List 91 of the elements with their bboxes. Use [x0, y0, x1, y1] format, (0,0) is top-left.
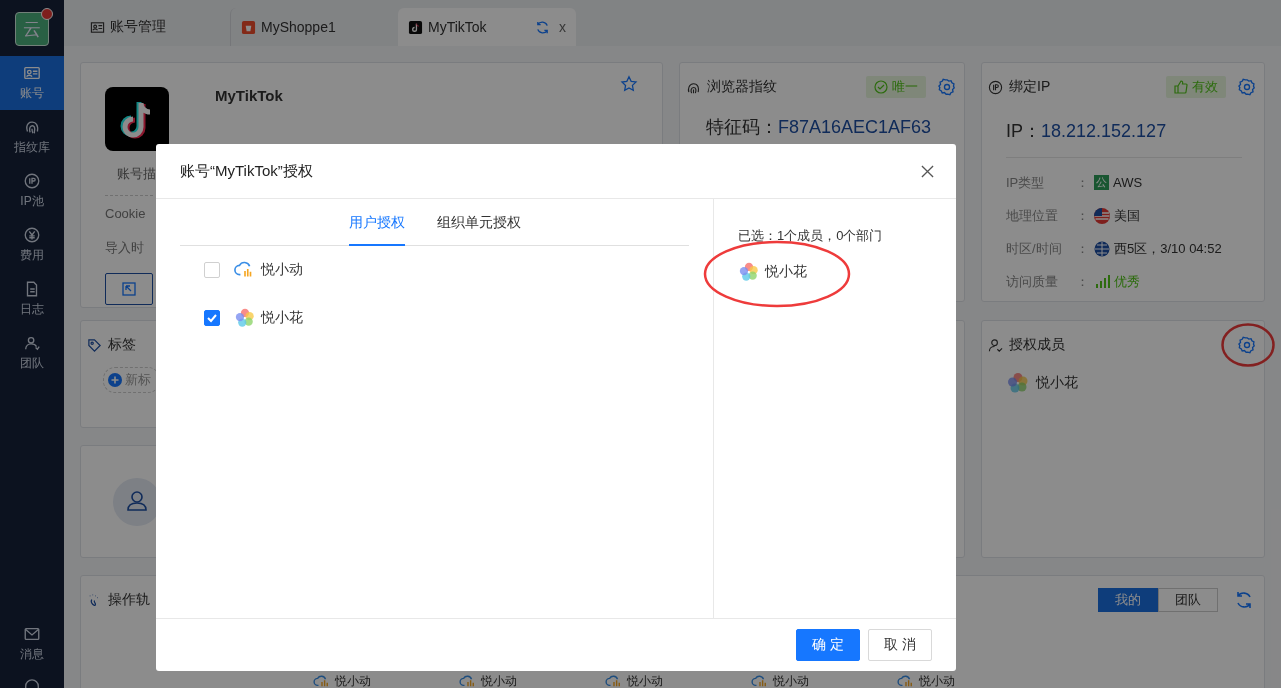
cloud-logo-icon: [459, 674, 477, 688]
sidebar-item[interactable]: 费用: [0, 218, 64, 272]
user-check-icon: [988, 337, 1003, 353]
colon: ：: [1076, 239, 1090, 258]
cloud-logo-icon: [605, 674, 623, 688]
id-card-icon: [23, 64, 41, 82]
field-value: 优秀: [1114, 272, 1140, 291]
card-title: 浏览器指纹: [707, 78, 777, 96]
page-tab[interactable]: MyTikTok x: [398, 8, 576, 46]
user-name: 悦小动: [261, 261, 303, 279]
mail-icon: [23, 625, 41, 643]
shopping-bag-icon: [241, 19, 256, 35]
user-check-icon: [23, 334, 41, 352]
status-badge: 有效: [1166, 76, 1226, 98]
selection-summary: 已选：1个成员，0个部门: [738, 227, 884, 245]
user-checkbox[interactable]: [204, 310, 220, 326]
settings-icon[interactable]: [1238, 78, 1256, 96]
field-label: 访问质量: [1006, 272, 1059, 291]
yen-icon: [23, 226, 41, 244]
tag-icon: [87, 337, 102, 353]
refresh-icon[interactable]: [1234, 590, 1254, 610]
flower-avatar-icon: [1006, 371, 1030, 395]
globe-icon: [1094, 240, 1110, 257]
confirm-button[interactable]: 确 定: [796, 629, 860, 661]
account-name: MyTikTok: [215, 87, 283, 106]
close-icon[interactable]: [921, 164, 934, 178]
cursor-icon: [122, 282, 136, 296]
page-tab[interactable]: MyShoppe1: [230, 8, 380, 46]
cookie-label: Cookie: [105, 206, 146, 221]
scope-toggle[interactable]: 我的: [1098, 588, 1158, 612]
star-icon[interactable]: [620, 75, 638, 93]
settings-icon[interactable]: [1238, 336, 1256, 354]
fingerprint-icon: [23, 118, 41, 136]
sidebar-item[interactable]: 账号: [0, 56, 64, 110]
import-time-label: 导入时: [105, 239, 144, 257]
member-name: 悦小动: [773, 674, 809, 688]
cloud-logo-icon: [897, 674, 915, 688]
colon: ：: [1076, 206, 1090, 225]
close-tab-button[interactable]: x: [559, 19, 566, 35]
settings-icon[interactable]: [938, 78, 956, 96]
sidebar-item[interactable]: 团队: [0, 326, 64, 380]
field-label: 时区/时间: [1006, 239, 1063, 258]
card-title: 标签: [108, 336, 136, 354]
member-name: 悦小动: [335, 674, 371, 688]
public-badge: 公: [1094, 175, 1109, 190]
colon: ：: [1076, 272, 1090, 291]
dialog-title: 账号“MyTikTok”授权: [180, 161, 313, 181]
card-title: 操作轨: [108, 591, 150, 609]
flag-icon: [1094, 207, 1110, 224]
plus-icon: [108, 373, 122, 387]
member-name: 悦小花: [1036, 374, 1078, 392]
refresh-icon[interactable]: [535, 19, 550, 35]
fingerprint-code: F87A16AEC1AF63: [778, 117, 932, 137]
cancel-button[interactable]: 取 消: [868, 629, 932, 661]
card-title: 授权成员: [1009, 336, 1065, 354]
sidebar-item[interactable]: IP池: [0, 164, 64, 218]
sidebar-item[interactable]: 日志: [0, 272, 64, 326]
headset-icon[interactable]: [23, 679, 41, 688]
field-value: 西5区，3/10 04:52: [1114, 239, 1222, 258]
user-name: 悦小花: [261, 309, 303, 327]
colon: ：: [1076, 173, 1090, 192]
sidebar-item[interactable]: 消息: [0, 617, 64, 671]
flower-avatar-icon: [738, 261, 760, 283]
field-label: IP类型: [1006, 173, 1046, 192]
scope-toggle[interactable]: 团队: [1158, 588, 1218, 612]
dialog-tab[interactable]: 用户授权: [348, 214, 405, 246]
member-name: 悦小动: [481, 674, 517, 688]
ip-icon: [23, 172, 41, 190]
sidebar-item[interactable]: 指纹库: [0, 110, 64, 164]
cloud-logo-icon: [751, 674, 769, 688]
dialog-tab[interactable]: 组织单元授权: [436, 214, 521, 246]
flower-avatar-icon: [234, 307, 256, 329]
cloud-logo-icon: [313, 674, 331, 688]
signal-icon: [1094, 273, 1110, 290]
music-note-icon: [408, 19, 423, 35]
code-label: 特征码：: [706, 117, 778, 137]
import-button[interactable]: [105, 273, 153, 305]
description-label: 账号描: [117, 165, 156, 183]
ip-icon: [988, 79, 1003, 95]
ip-address: 18.212.152.127: [1041, 121, 1167, 141]
page-tab[interactable]: 账号管理: [80, 8, 230, 46]
field-value: 美国: [1114, 206, 1140, 225]
field-label: 地理位置: [1006, 206, 1059, 225]
field-value: AWS: [1113, 175, 1143, 190]
member-name: 悦小动: [627, 674, 663, 688]
member-name: 悦小动: [919, 674, 955, 688]
selected-member-name: 悦小花: [765, 263, 807, 281]
card-title: 绑定IP: [1009, 78, 1051, 96]
status-badge: 唯一: [866, 76, 926, 98]
ip-label: IP：: [1006, 121, 1041, 141]
id-card-icon: [90, 19, 105, 35]
